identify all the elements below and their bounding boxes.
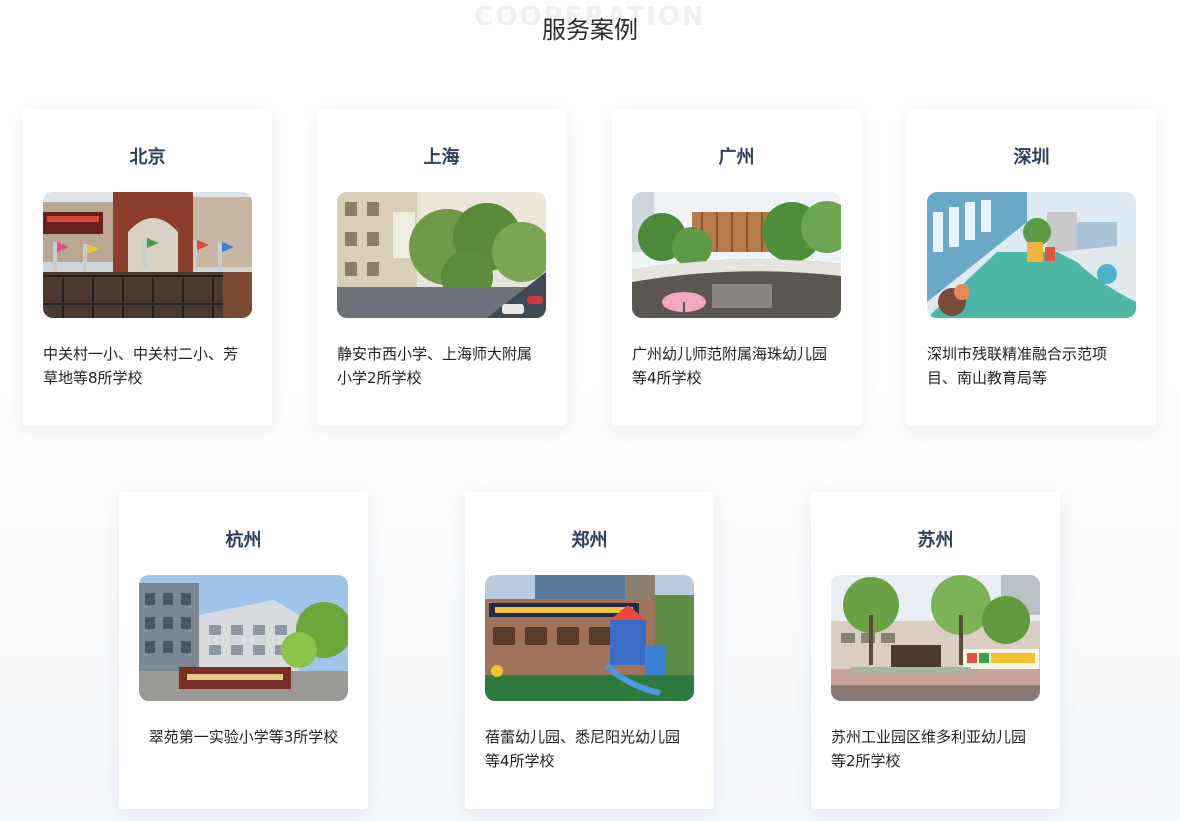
case-photo-zhengzhou <box>485 575 694 701</box>
case-city-label: 广州 <box>718 147 755 168</box>
case-photo-hangzhou <box>139 575 348 701</box>
beijing-school-photo <box>43 192 252 318</box>
zhengzhou-school-photo <box>485 575 694 701</box>
case-description: 翠苑第一实验小学等3所学校 <box>148 728 339 746</box>
case-photo-beijing <box>43 192 252 318</box>
case-description: 广州幼儿师范附属海珠幼儿园等4所学校 <box>632 345 828 387</box>
case-photo-shanghai <box>337 192 546 318</box>
case-description: 静安市西小学、上海师大附属小学2所学校 <box>337 345 533 387</box>
case-card-shanghai[interactable]: 上海 静安市西小学、上海师大附属小学2所学校 <box>317 109 566 426</box>
case-photo-suzhou <box>831 575 1040 701</box>
case-card-suzhou[interactable]: 苏州 苏州工业园区维多利亚幼儿园等2所学校 <box>811 492 1060 809</box>
guangzhou-school-photo <box>632 192 841 318</box>
hangzhou-school-photo <box>139 575 348 701</box>
case-card-shenzhen[interactable]: 深圳 深圳市残联精准融合示范项目、南山教育局等 <box>907 109 1156 426</box>
case-card-beijing[interactable]: 北京 中关村一小、中关村二小、芳草地等8所学校 <box>23 109 272 426</box>
case-city-label: 深圳 <box>1013 147 1050 168</box>
case-photo-shenzhen <box>927 192 1136 318</box>
case-city-label: 苏州 <box>917 530 954 551</box>
section-header: COOPERATION 服务案例 <box>0 0 1180 60</box>
section-title: 服务案例 <box>542 16 638 44</box>
suzhou-school-photo <box>831 575 1040 701</box>
case-photo-guangzhou <box>632 192 841 318</box>
case-card-hangzhou[interactable]: 杭州 翠苑第一实验小学等3所学校 <box>119 492 368 809</box>
case-city-label: 上海 <box>423 147 460 168</box>
case-city-label: 杭州 <box>225 530 262 551</box>
case-card-zhengzhou[interactable]: 郑州 蓓蕾幼儿园、悉尼阳光幼儿园等4所学校 <box>465 492 714 809</box>
shenzhen-school-photo <box>927 192 1136 318</box>
case-city-label: 郑州 <box>571 530 608 551</box>
case-description: 中关村一小、中关村二小、芳草地等8所学校 <box>43 345 239 387</box>
case-description: 苏州工业园区维多利亚幼儿园等2所学校 <box>831 728 1027 770</box>
case-card-guangzhou[interactable]: 广州 广州幼儿师范附属海珠幼儿园等4所学校 <box>612 109 861 426</box>
case-description: 蓓蕾幼儿园、悉尼阳光幼儿园等4所学校 <box>485 728 681 770</box>
case-description: 深圳市残联精准融合示范项目、南山教育局等 <box>927 345 1108 387</box>
shanghai-school-photo <box>337 192 546 318</box>
case-city-label: 北京 <box>129 147 166 168</box>
